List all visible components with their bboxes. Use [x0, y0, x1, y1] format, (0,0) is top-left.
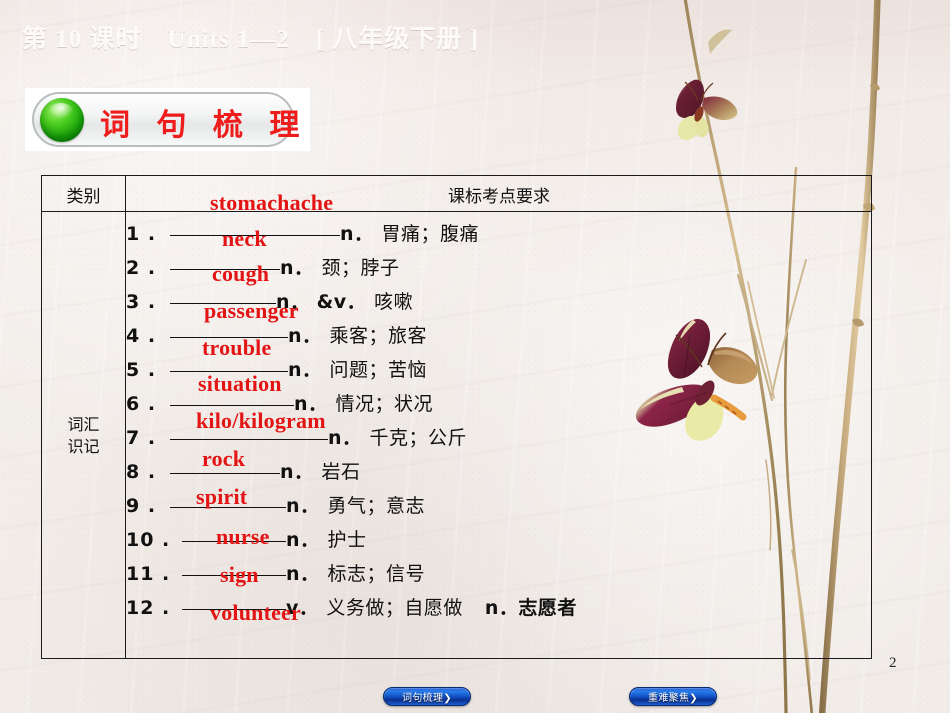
- green-sphere-icon: [40, 98, 84, 142]
- vocab-meaning: 问题；苦恼: [329, 359, 428, 381]
- vocab-blank-wrapper: rock: [170, 446, 280, 478]
- slide-canvas: 第 10 课时 Units 1—2[ 八年级下册 ] 词 句 梳 理 类别 课标考…: [0, 0, 950, 713]
- vocab-meaning: 胃痛；腹痛: [381, 223, 480, 245]
- vocab-answer: passenger: [204, 298, 299, 323]
- vocab-meaning: 标志；信号: [327, 563, 426, 585]
- section-banner: 词 句 梳 理: [25, 88, 310, 151]
- vocab-meaning: 护士: [327, 529, 367, 551]
- vocab-answer: nurse: [216, 524, 270, 549]
- vocab-meaning: 咳嗽: [374, 291, 414, 313]
- vocab-blank-wrapper: kilo/kilogram: [170, 408, 328, 444]
- vocab-number: 9 .: [126, 495, 157, 517]
- vocab-number: 4 .: [126, 325, 157, 347]
- vocab-number: 10 .: [126, 529, 171, 551]
- vocab-row: 1 . stomachache n． 胃痛；腹痛: [126, 190, 480, 248]
- vocab-blank-line: [170, 439, 328, 440]
- vocab-blank-wrapper: situation: [170, 371, 294, 410]
- category-line-1: 词汇: [67, 414, 100, 434]
- header-grade: [ 八年级下册 ]: [315, 26, 479, 53]
- vocab-blank-line: [170, 473, 280, 474]
- header-lesson: 第 10 课时: [22, 26, 142, 53]
- vocab-answer: sign: [220, 562, 259, 587]
- vocab-part-of-speech: n．: [280, 461, 314, 483]
- vocab-number: 2 .: [126, 257, 157, 279]
- vocab-number: 11 .: [126, 563, 171, 585]
- nav-button-ciju-shuli[interactable]: 词句梳理❯: [383, 687, 471, 706]
- vocab-number: 1 .: [126, 223, 157, 245]
- vocab-number: 5 .: [126, 359, 157, 381]
- vocab-row: 7 . kilo/kilogram n． 千克；公斤: [126, 408, 468, 452]
- vocab-meaning: 千克；公斤: [369, 427, 468, 449]
- vocab-extra: n．志愿者: [484, 597, 577, 619]
- page-number: 2: [889, 655, 897, 671]
- vocab-part-of-speech: n．: [286, 529, 320, 551]
- vocab-row: 11 . sign n． 标志；信号: [126, 554, 425, 588]
- vocab-answer: volunteer: [210, 600, 302, 625]
- nav-button-left-label: 词句梳理❯: [402, 693, 452, 704]
- vocab-part-of-speech: n．: [286, 495, 320, 517]
- vocab-answer: situation: [198, 371, 282, 396]
- vocab-blank-line: [170, 405, 294, 406]
- vocab-blank-wrapper: nurse: [182, 520, 286, 549]
- vocabulary-table: 类别 课标考点要求 词汇 识记 1 . stomachache n． 胃痛；腹痛 2 .…: [41, 175, 872, 659]
- page-title: 第 10 课时 Units 1—2 [ 八年级下册 ]: [22, 19, 479, 55]
- vocab-answer: cough: [212, 261, 270, 286]
- vocab-meaning: 乘客；旅客: [329, 325, 428, 347]
- vocab-answer: neck: [222, 226, 267, 251]
- vocab-part-of-speech: n．: [340, 223, 374, 245]
- vocab-part-of-speech: n．: [288, 359, 322, 381]
- vocab-row: 10 . nurse n． 护士: [126, 520, 367, 554]
- nav-button-right-label: 重难聚焦❯: [648, 693, 698, 704]
- banner-label: 词 句 梳 理: [100, 108, 308, 143]
- vocab-row: 9 . spirit n． 勇气；意志: [126, 484, 426, 520]
- vocab-blank-wrapper: sign: [182, 554, 286, 587]
- butterfly-small-svg: [676, 79, 738, 140]
- vocab-answer: spirit: [196, 484, 248, 509]
- vocab-blank-wrapper: volunteer: [182, 588, 301, 625]
- header-units: Units 1—2: [167, 26, 290, 53]
- table-cell-vocabulary: 1 . stomachache n． 胃痛；腹痛 2 . neck n． 颈；脖子 3 . cou…: [126, 190, 872, 659]
- vocab-answer: rock: [202, 446, 246, 471]
- vocab-meaning: 情况；状况: [335, 393, 434, 415]
- vocab-number: 6 .: [126, 393, 157, 415]
- vocab-row: 4 . passenger n． 乘客；旅客: [126, 298, 428, 350]
- vocab-part-of-speech: n．: [280, 257, 314, 279]
- vocab-part-of-speech: n．: [286, 563, 320, 585]
- vocab-meaning: 岩石: [321, 461, 361, 483]
- vocab-number: 12 .: [126, 597, 171, 619]
- vocab-answer: stomachache: [210, 190, 334, 215]
- vocab-row: 8 . rock n． 岩石: [126, 446, 361, 486]
- vocab-meaning: 颈；脖子: [321, 257, 400, 279]
- vocab-number: 3 .: [126, 291, 157, 313]
- vocab-meaning: 勇气；意志: [327, 495, 426, 517]
- vocab-number: 7 .: [126, 427, 157, 449]
- table-header-category: 类别: [66, 186, 101, 207]
- butterfly-small: [660, 70, 750, 150]
- vocab-answer: trouble: [202, 335, 272, 360]
- vocab-meaning: 义务做；自愿做: [326, 597, 463, 619]
- table-cell-category: 词汇 识记: [42, 212, 125, 659]
- vocab-answer: kilo/kilogram: [196, 408, 326, 433]
- vocab-part-of-speech: n．: [328, 427, 362, 449]
- vocab-blank-wrapper: spirit: [170, 484, 286, 512]
- vocab-number: 8 .: [126, 461, 157, 483]
- vocab-row: 12 . volunteer v． 义务做；自愿做 n．志愿者: [126, 588, 577, 625]
- vocab-part-of-speech: n．: [288, 325, 322, 347]
- nav-button-zhongnan-jujiao[interactable]: 重难聚焦❯: [629, 687, 717, 706]
- category-line-2: 识记: [67, 436, 100, 456]
